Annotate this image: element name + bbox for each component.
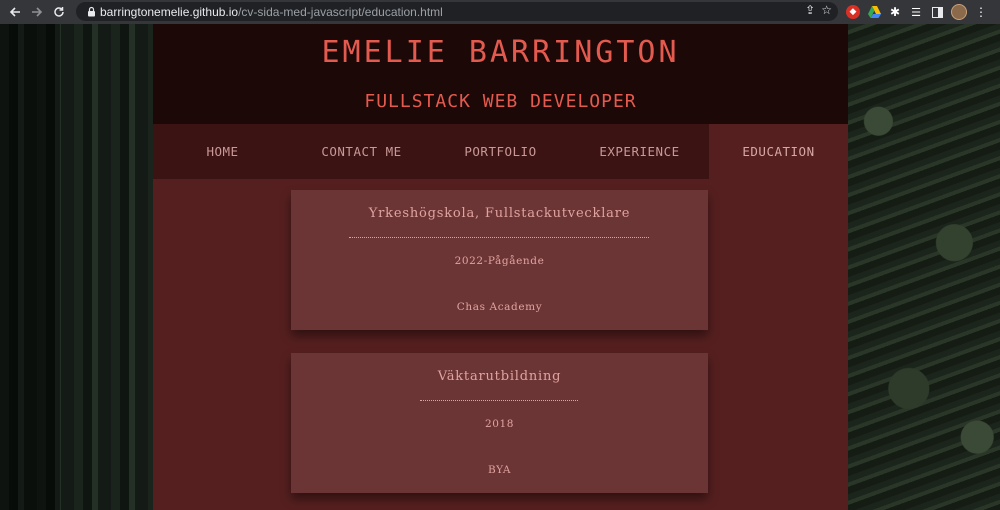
education-title: Yrkeshögskola, Fullstackutvecklare: [368, 206, 631, 221]
site-header: EMELIE BARRINGTON FULLSTACK WEB DEVELOPE…: [153, 24, 848, 124]
side-panel-icon[interactable]: [930, 5, 944, 19]
forest-background-image: [848, 24, 1000, 510]
site-title: EMELIE BARRINGTON: [321, 35, 680, 70]
bookmark-star-icon[interactable]: ☆: [821, 3, 832, 17]
site-subtitle: FULLSTACK WEB DEVELOPER: [364, 91, 637, 112]
divider: [420, 400, 578, 401]
reload-icon: [54, 7, 64, 17]
menu-kebab-icon[interactable]: ⋮: [974, 5, 988, 19]
education-card: Yrkeshögskola, Fullstackutvecklare 2022-…: [291, 190, 708, 330]
address-bar[interactable]: barringtonemelie.github.io/cv-sida-med-j…: [76, 2, 838, 21]
education-period: 2018: [484, 418, 515, 430]
reload-button[interactable]: [48, 1, 70, 23]
url-host: barringtonemelie.github.io: [100, 4, 239, 19]
avatar[interactable]: [951, 4, 967, 20]
reading-list-icon[interactable]: ☰: [909, 5, 923, 19]
drive-icon[interactable]: [867, 5, 881, 19]
lock-icon: [82, 6, 100, 17]
education-period: 2022-Pågående: [454, 255, 545, 267]
nav-contact-me[interactable]: CONTACT ME: [292, 124, 431, 179]
url-text: barringtonemelie.github.io/cv-sida-med-j…: [100, 5, 443, 19]
main-nav: HOME CONTACT ME PORTFOLIO EXPERIENCE EDU…: [153, 124, 848, 179]
education-school: Chas Academy: [456, 301, 543, 313]
forward-button[interactable]: [26, 1, 48, 23]
education-title: Väktarutbildning: [437, 369, 562, 384]
share-icon[interactable]: ⇪: [805, 3, 815, 17]
back-button[interactable]: [4, 1, 26, 23]
main-container: EMELIE BARRINGTON FULLSTACK WEB DEVELOPE…: [153, 24, 848, 510]
page-background: EMELIE BARRINGTON FULLSTACK WEB DEVELOPE…: [0, 24, 1000, 510]
nav-education[interactable]: EDUCATION: [709, 124, 848, 179]
arrow-right-icon: [32, 7, 43, 17]
browser-toolbar: barringtonemelie.github.io/cv-sida-med-j…: [0, 0, 1000, 24]
nav-portfolio[interactable]: PORTFOLIO: [431, 124, 570, 179]
education-card: Väktarutbildning 2018 BYA: [291, 353, 708, 493]
divider: [349, 237, 649, 238]
url-path: /cv-sida-med-javascript/education.html: [238, 4, 443, 19]
arrow-left-icon: [9, 7, 20, 17]
nav-home[interactable]: HOME: [153, 124, 292, 179]
nav-experience[interactable]: EXPERIENCE: [570, 124, 709, 179]
extension-red-icon[interactable]: ◆: [846, 5, 860, 19]
education-school: BYA: [487, 464, 512, 476]
extensions-puzzle-icon[interactable]: ✱: [888, 5, 902, 19]
